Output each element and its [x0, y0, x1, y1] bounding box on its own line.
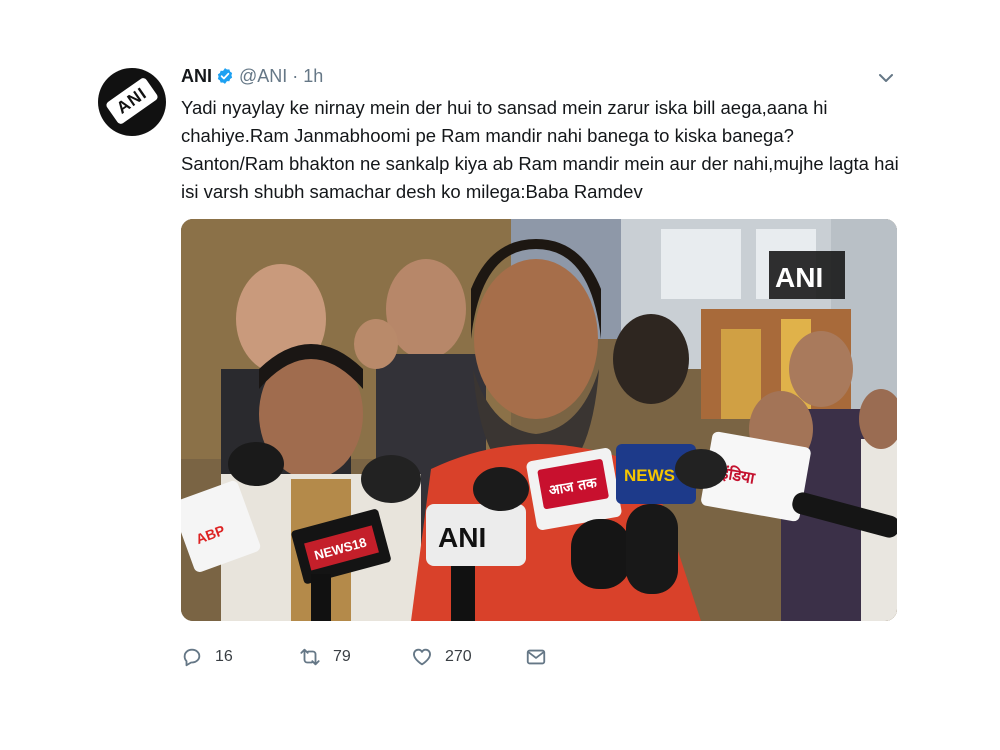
reply-count: 16: [215, 648, 233, 665]
tweet-card: ANI ANI @ANI · 1h Yadi nyaylay ke nirnay…: [0, 0, 1000, 750]
retweet-count: 79: [333, 648, 351, 665]
avatar-logo-text: ANI: [113, 83, 151, 118]
envelope-icon: [526, 649, 546, 665]
tweet-media-image[interactable]: ABP NEWS18 ANI आज तक NEWS 24 इंडिया ANI: [181, 219, 897, 621]
media-watermark: ANI: [775, 262, 823, 293]
tweet-text: Yadi nyaylay ke nirnay mein der hui to s…: [181, 97, 899, 202]
like-count: 270: [445, 648, 472, 665]
author-handle[interactable]: @ANI: [239, 66, 287, 87]
like-button[interactable]: 270: [411, 646, 525, 668]
timestamp[interactable]: 1h: [303, 66, 323, 87]
direct-message-button[interactable]: [525, 646, 547, 668]
reply-button[interactable]: 16: [181, 646, 299, 668]
tweet-actions: 16 79 270: [181, 643, 547, 671]
reply-icon: [183, 648, 201, 667]
svg-text:ANI: ANI: [438, 522, 486, 553]
retweet-button[interactable]: 79: [299, 646, 411, 668]
separator-dot: ·: [292, 65, 299, 86]
ani-logo: ANI: [104, 76, 160, 126]
chevron-down-icon[interactable]: [876, 68, 896, 88]
media-scene: ABP NEWS18 ANI आज तक NEWS 24 इंडिया ANI: [181, 219, 897, 621]
verified-badge-icon: [217, 68, 233, 84]
author-name[interactable]: ANI: [181, 66, 212, 87]
author-avatar[interactable]: ANI: [98, 68, 166, 136]
heart-icon: [413, 648, 431, 666]
retweet-icon: [300, 648, 320, 666]
tweet-header: ANI @ANI · 1h: [181, 64, 323, 88]
